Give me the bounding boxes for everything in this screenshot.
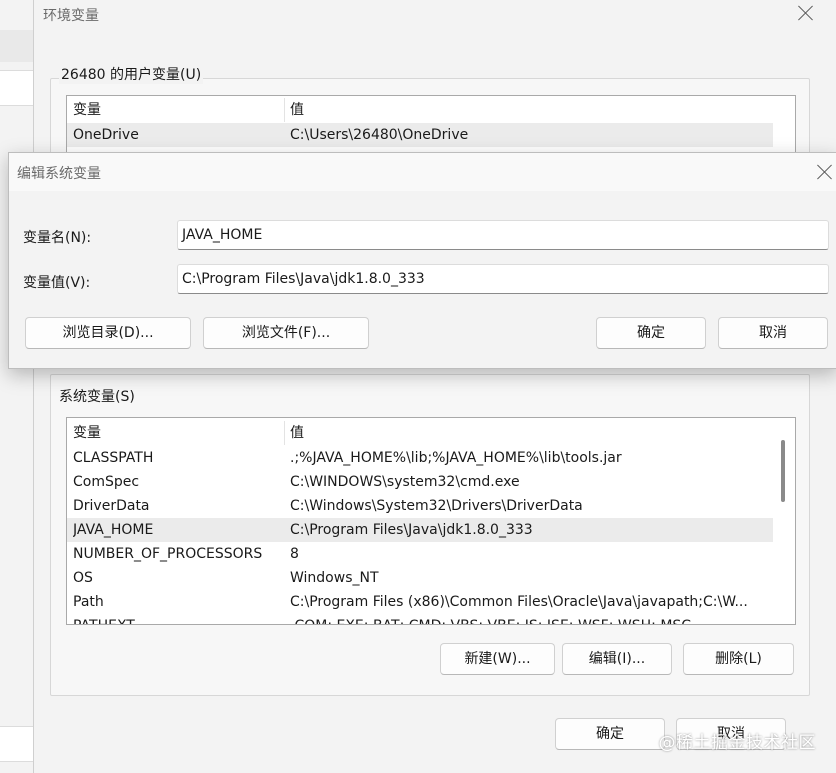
background-window [0,0,35,773]
table-row[interactable]: OS Windows_NT [67,566,773,590]
var-value: .COM;.EXE;.BAT;.CMD;.VBS;.VBE;.JS;.JSE;.… [290,614,770,624]
column-header-name[interactable]: 变量 [73,98,283,122]
table-row[interactable]: NUMBER_OF_PROCESSORS 8 [67,542,773,566]
background-field [0,70,35,106]
column-header-name[interactable]: 变量 [73,421,283,445]
user-vars-list[interactable]: 变量 值 OneDrive C:\Users\26480\OneDrive [66,95,796,155]
var-name: PATHEXT [73,614,283,624]
var-value: .;%JAVA_HOME%\lib;%JAVA_HOME%\lib\tools.… [290,450,622,466]
user-vars-label: 26480 的用户变量(U) [59,64,204,84]
variable-value-label: 变量值(V): [23,275,91,291]
column-divider [284,98,285,122]
variable-value-input[interactable]: C:\Program Files\Java\jdk1.8.0_333 [177,264,829,294]
table-row[interactable]: OneDrive C:\Users\26480\OneDrive [67,123,773,147]
column-header-value[interactable]: 值 [290,98,770,122]
table-row[interactable]: Path C:\Program Files (x86)\Common Files… [67,590,773,614]
table-row[interactable]: DriverData C:\Windows\System32\Drivers\D… [67,494,773,518]
browse-directory-button[interactable]: 浏览目录(D)... [25,317,191,349]
window-title: 环境变量 [43,8,99,24]
delete-variable-button[interactable]: 删除(L) [683,643,794,675]
column-divider [284,421,285,445]
dialog-ok-button[interactable]: 确定 [596,317,706,349]
var-name: OS [73,570,93,586]
var-name: CLASSPATH [73,450,154,466]
list-header: 变量 值 [67,98,773,122]
edit-system-variable-dialog: 编辑系统变量 变量名(N): JAVA_HOME 变量值(V): C:\Prog… [8,152,836,369]
background-strip [0,30,34,62]
close-icon[interactable] [817,164,833,180]
var-name: ComSpec [73,474,140,490]
list-header: 变量 值 [67,421,773,445]
system-vars-label: 系统变量(S) [59,389,135,405]
var-value: C:\WINDOWS\system32\cmd.exe [290,474,520,490]
table-row-selected[interactable]: JAVA_HOME C:\Program Files\Java\jdk1.8.0… [67,518,773,542]
var-value: C:\Program Files (x86)\Common Files\Orac… [290,594,748,610]
table-row[interactable]: CLASSPATH .;%JAVA_HOME%\lib;%JAVA_HOME%\… [67,446,773,470]
var-value: C:\Program Files\Java\jdk1.8.0_333 [290,522,533,538]
variable-name-input[interactable]: JAVA_HOME [177,220,829,250]
variable-name-label: 变量名(N): [23,230,92,246]
var-name: DriverData [73,498,150,514]
dialog-title: 编辑系统变量 [17,166,101,182]
ok-button[interactable]: 确定 [555,718,665,750]
background-field [0,726,35,762]
edit-variable-button[interactable]: 编辑(I)... [562,643,672,675]
new-variable-button[interactable]: 新建(W)... [440,643,555,675]
var-name: OneDrive [73,127,139,143]
dialog-titlebar: 编辑系统变量 [9,153,836,191]
var-name: NUMBER_OF_PROCESSORS [73,546,263,562]
scrollbar-thumb[interactable] [781,440,785,502]
dialog-cancel-button[interactable]: 取消 [718,317,828,349]
browse-file-button[interactable]: 浏览文件(F)... [203,317,369,349]
column-header-value[interactable]: 值 [290,421,770,445]
var-value: C:\Users\26480\OneDrive [290,127,469,143]
table-row[interactable]: ComSpec C:\WINDOWS\system32\cmd.exe [67,470,773,494]
close-icon[interactable] [798,5,814,21]
watermark: @稀土掘金技术社区 [658,733,816,753]
system-vars-list[interactable]: 变量 值 CLASSPATH .;%JAVA_HOME%\lib;%JAVA_H… [66,417,796,625]
table-row[interactable]: PATHEXT .COM;.EXE;.BAT;.CMD;.VBS;.VBE;.J… [67,614,773,624]
var-value: 8 [290,546,299,562]
env-variables-window: 环境变量 26480 的用户变量(U) 变量 值 OneDrive C:\Use… [33,0,836,773]
var-name: Path [73,594,104,610]
var-value: C:\Windows\System32\Drivers\DriverData [290,498,583,514]
var-name: JAVA_HOME [73,522,154,538]
var-value: Windows_NT [290,570,379,586]
